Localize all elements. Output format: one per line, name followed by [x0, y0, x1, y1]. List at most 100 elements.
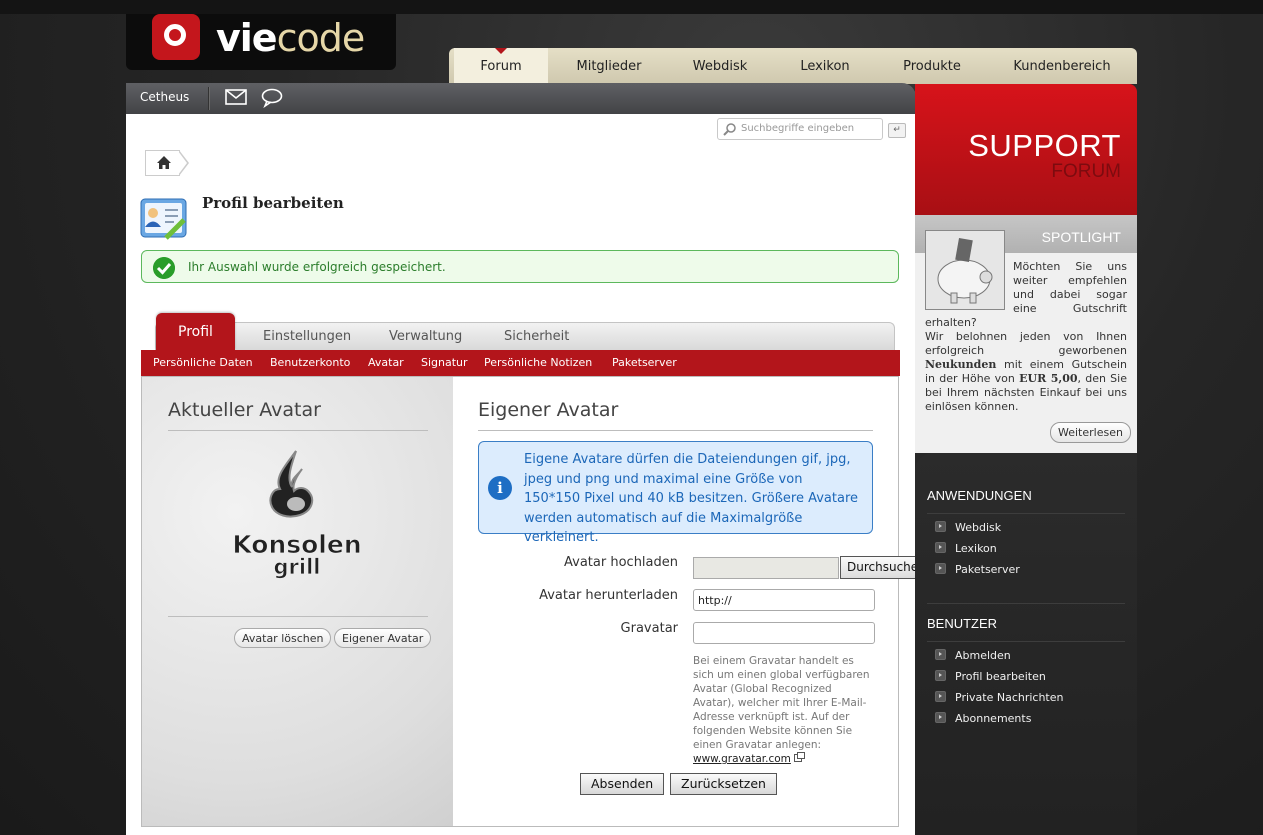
nav-tab-lexikon[interactable]: Lexikon — [779, 48, 871, 84]
chat-bubble-icon[interactable] — [261, 88, 283, 108]
sidebar-item-label: Abonnements — [955, 712, 1032, 725]
user-bar: Cetheus — [126, 83, 916, 114]
gravatar-hint-text: Bei einem Gravatar handelt es sich um ei… — [693, 655, 870, 751]
sidebar-item-abonnements[interactable]: Abonnements — [935, 712, 1031, 725]
submit-button[interactable]: Absenden — [580, 773, 665, 795]
bullet-arrow-icon — [935, 712, 946, 723]
userbar-divider — [208, 87, 210, 110]
bullet-arrow-icon — [935, 649, 946, 660]
site-logo[interactable]: viecode — [126, 14, 396, 70]
bullet-arrow-icon — [935, 521, 946, 532]
spotlight-title: SPOTLIGHT — [1041, 229, 1121, 245]
nav-tab-produkte[interactable]: Produkte — [886, 48, 978, 84]
file-upload-field[interactable] — [693, 557, 839, 579]
gravatar-hint: Bei einem Gravatar handelt es sich um ei… — [693, 654, 873, 766]
profile-tab-bar: Einstellungen Verwaltung Sicherheit — [155, 322, 895, 351]
upload-label: Avatar hochladen — [564, 555, 678, 570]
tab-verwaltung[interactable]: Verwaltung — [389, 329, 462, 344]
own-avatar-button[interactable]: Eigener Avatar — [334, 628, 432, 648]
top-strip — [0, 0, 1263, 14]
gravatar-label: Gravatar — [620, 621, 678, 636]
breadcrumb-home[interactable] — [145, 150, 180, 176]
sidebar-item-label: Paketserver — [955, 563, 1020, 576]
logo-text-part1: vie — [216, 16, 278, 60]
logo-text-part2: code — [276, 16, 366, 60]
sidebar-item-private-nachrichten[interactable]: Private Nachrichten — [935, 691, 1064, 704]
anwendungen-title: ANWENDUNGEN — [927, 488, 1032, 503]
read-more-button[interactable]: Weiterlesen — [1050, 422, 1131, 443]
search-input[interactable]: Suchbegriffe eingeben — [717, 118, 883, 140]
tab-einstellungen[interactable]: Einstellungen — [263, 329, 351, 344]
current-avatar-title: Aktueller Avatar — [168, 399, 321, 421]
subnav-signatur[interactable]: Signatur — [421, 356, 468, 369]
subnav-persoenliche-notizen[interactable]: Persönliche Notizen — [484, 356, 592, 369]
profile-card-icon — [140, 198, 187, 240]
subnav-paketserver[interactable]: Paketserver — [612, 356, 677, 369]
sidebar-item-label: Abmelden — [955, 649, 1011, 662]
reset-button[interactable]: Zurücksetzen — [670, 773, 777, 795]
sidebar-item-webdisk[interactable]: Webdisk — [935, 521, 1001, 534]
delete-avatar-button[interactable]: Avatar löschen — [234, 628, 332, 648]
search-submit-button[interactable]: ↵ — [888, 123, 906, 138]
breadcrumb-arrow — [178, 150, 189, 176]
sidebar-item-label: Profil bearbeiten — [955, 670, 1046, 683]
sidebar-item-lexikon[interactable]: Lexikon — [935, 542, 997, 555]
content-panel: Suchbegriffe eingeben ↵ Profil bearbeite… — [126, 114, 945, 835]
spotlight-text-2: Wir belohnen jeden von Ihnen erfolgreich… — [925, 330, 1127, 357]
spotlight-highlight-2: EUR 5,00 — [1019, 372, 1078, 385]
page-title: Profil bearbeiten — [202, 194, 344, 212]
bullet-arrow-icon — [935, 542, 946, 553]
main-navigation: Forum Mitglieder Webdisk Lexikon Produkt… — [449, 48, 1137, 84]
benutzer-title: BENUTZER — [927, 616, 998, 631]
support-title: SUPPORT — [968, 128, 1121, 163]
avatar-image: Konsolen grill — [232, 450, 362, 579]
divider — [478, 430, 873, 431]
logo-gear-icon — [152, 14, 200, 60]
sidebar-item-label: Private Nachrichten — [955, 691, 1064, 704]
nav-tab-kundenbereich[interactable]: Kundenbereich — [1001, 48, 1123, 84]
mail-icon[interactable] — [225, 89, 247, 105]
nav-tab-webdisk[interactable]: Webdisk — [674, 48, 766, 84]
subnav-avatar[interactable]: Avatar — [368, 356, 404, 369]
profile-subnav: Persönliche Daten Benutzerkonto Avatar S… — [141, 350, 900, 376]
avatar-text-bottom: grill — [274, 555, 321, 579]
sidebar-item-label: Webdisk — [955, 521, 1002, 534]
spotlight-box: SPOTLIGHT Möchten Sie uns weiter empfehl… — [915, 215, 1137, 453]
logo-text: viecode — [216, 16, 366, 60]
subnav-persoenliche-daten[interactable]: Persönliche Daten — [153, 356, 253, 369]
sidebar-item-label: Lexikon — [955, 542, 997, 555]
external-link-icon — [794, 752, 806, 762]
divider — [168, 616, 428, 617]
support-subtitle: FORUM — [1051, 161, 1121, 182]
gravatar-input[interactable] — [693, 622, 875, 644]
avatar-form: Aktueller Avatar Konsolen grill Avatar l… — [141, 376, 945, 827]
gravatar-link[interactable]: www.gravatar.com — [693, 753, 791, 765]
divider — [927, 641, 1125, 642]
username-link[interactable]: Cetheus — [140, 90, 189, 104]
sidebar-menu: ANWENDUNGEN Webdisk Lexikon Paketserver … — [915, 453, 1137, 835]
sidebar-item-abmelden[interactable]: Abmelden — [935, 649, 1011, 662]
bullet-arrow-icon — [935, 563, 946, 574]
success-text: Ihr Auswahl wurde erfolgreich gespeicher… — [188, 260, 446, 274]
bullet-arrow-icon — [935, 691, 946, 702]
info-box: i Eigene Avatare dürfen die Dateiendunge… — [478, 441, 873, 545]
sidebar-item-profil-bearbeiten[interactable]: Profil bearbeiten — [935, 670, 1046, 683]
download-label: Avatar herunterladen — [539, 588, 678, 603]
divider — [927, 513, 1125, 514]
avatar-url-input[interactable]: http:// — [693, 589, 875, 611]
spotlight-highlight-1: Neukunden — [925, 358, 997, 371]
tab-sicherheit[interactable]: Sicherheit — [504, 329, 569, 344]
subnav-benutzerkonto[interactable]: Benutzerkonto — [270, 356, 350, 369]
home-icon — [157, 156, 171, 169]
success-message: Ihr Auswahl wurde erfolgreich gespeicher… — [141, 250, 899, 283]
tab-profil[interactable]: Profil — [156, 313, 235, 350]
divider — [168, 430, 428, 431]
bullet-arrow-icon — [935, 670, 946, 681]
checkmark-icon — [153, 257, 175, 279]
sidebar-item-paketserver[interactable]: Paketserver — [935, 563, 1020, 576]
info-icon: i — [488, 476, 512, 500]
search-placeholder: Suchbegriffe eingeben — [741, 123, 855, 134]
nav-tab-mitglieder[interactable]: Mitglieder — [560, 48, 658, 84]
support-forum-banner: SUPPORT FORUM — [915, 84, 1137, 215]
nav-tab-forum[interactable]: Forum — [454, 48, 548, 84]
